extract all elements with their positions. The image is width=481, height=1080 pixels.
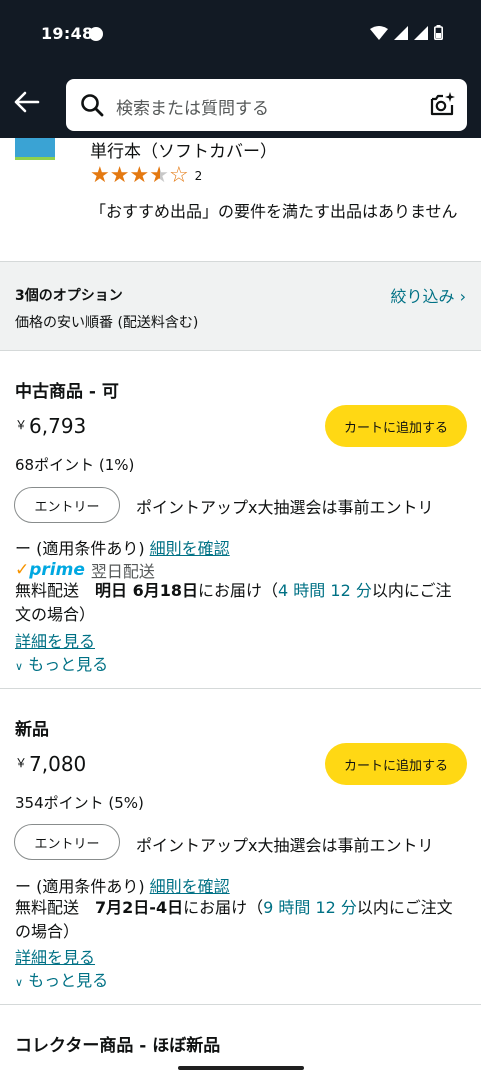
- promo-conditions: ー (適用条件あり): [15, 539, 145, 558]
- wifi-icon: [370, 25, 388, 40]
- camera-sparkle-icon[interactable]: [428, 91, 456, 119]
- product-format: 単行本（ソフトカバー）: [90, 142, 277, 162]
- add-to-cart-button[interactable]: カートに追加する: [325, 405, 467, 447]
- star-icon: ★: [109, 163, 130, 188]
- search-input[interactable]: 検索または質問する: [66, 79, 467, 131]
- divider: [0, 688, 481, 689]
- header: 検索または質問する: [0, 68, 481, 138]
- promo-text: ポイントアップx大抽選会は事前エントリ: [136, 498, 434, 517]
- order-window: 9 時間 12 分: [263, 898, 357, 917]
- filter-link[interactable]: 絞り込み ›: [391, 283, 467, 307]
- delivery-info: 無料配送 7月2日-4日にお届け（9 時間 12 分以内にご注文の場合）: [15, 898, 453, 941]
- add-to-cart-button[interactable]: カートに追加する: [325, 743, 467, 785]
- currency-symbol: ￥: [15, 418, 28, 432]
- price-value: 6,793: [29, 414, 87, 438]
- status-bar: 19:48: [0, 0, 481, 68]
- rating[interactable]: ★ ★ ★ ★ ☆ 2: [90, 164, 202, 188]
- options-panel: 3個のオプション 価格の安い順番 (配送料含む) 絞り込み ›: [0, 261, 481, 351]
- options-count: 3個のオプション: [15, 288, 123, 304]
- show-more-link[interactable]: ∨ もっと見る: [15, 967, 108, 991]
- details-link[interactable]: 詳細を見る: [15, 628, 95, 652]
- offer-points: 354ポイント (5%): [15, 794, 144, 812]
- chevron-down-icon: ∨: [15, 976, 24, 989]
- prime-check-icon: ✓: [15, 560, 30, 580]
- offer-condition: 新品: [15, 720, 49, 740]
- rules-link[interactable]: 細則を確認: [150, 539, 230, 558]
- delivery-info: 無料配送 明日 6月18日にお届け（4 時間 12 分以内にご注文の場合）: [15, 581, 452, 624]
- home-indicator[interactable]: [178, 1066, 304, 1070]
- back-arrow-icon[interactable]: [10, 86, 42, 118]
- star-icon: ★: [90, 163, 110, 188]
- status-icons: [370, 25, 443, 40]
- offer-points: 68ポイント (1%): [15, 456, 135, 474]
- order-window: 4 時間 12 分: [278, 581, 372, 600]
- entry-button[interactable]: エントリー: [14, 487, 120, 523]
- status-time: 19:48: [41, 24, 94, 43]
- prime-logo: ✓prime: [15, 560, 85, 580]
- signal-icon: [414, 25, 428, 40]
- review-count[interactable]: 2: [195, 169, 203, 183]
- promo-conditions: ー (適用条件あり): [15, 877, 145, 896]
- rules-link[interactable]: 細則を確認: [150, 877, 230, 896]
- empty-star-icon: ☆: [168, 163, 189, 188]
- product-thumbnail[interactable]: [15, 138, 55, 160]
- delivery-date: 明日 6月18日: [95, 581, 199, 600]
- options-sort: 価格の安い順番 (配送料含む): [15, 315, 199, 331]
- search-placeholder: 検索または質問する: [116, 99, 269, 119]
- recommend-note: 「おすすめ出品」の要件を満たす出品はありません: [90, 202, 458, 221]
- promo-text-cont: ー (適用条件あり) 細則を確認: [15, 873, 230, 897]
- star-icon: ★: [129, 163, 150, 188]
- offer-condition: 中古商品 - 可: [15, 382, 119, 402]
- battery-icon: [434, 25, 443, 40]
- delivery-date: 7月2日-4日: [95, 898, 184, 917]
- price-value: 7,080: [29, 752, 87, 776]
- chevron-down-icon: ∨: [15, 660, 24, 673]
- details-link[interactable]: 詳細を見る: [15, 944, 95, 968]
- show-more-link[interactable]: ∨ もっと見る: [15, 651, 108, 675]
- signal-icon: [394, 25, 408, 40]
- promo-text: ポイントアップx大抽選会は事前エントリ: [136, 836, 434, 855]
- offer-price: ￥ 6,793: [15, 414, 86, 438]
- offer-price: ￥ 7,080: [15, 752, 86, 776]
- offer-collector-condition: コレクター商品 - ほぼ新品: [15, 1036, 221, 1056]
- entry-button[interactable]: エントリー: [14, 824, 120, 860]
- search-icon: [81, 94, 104, 117]
- divider: [0, 1004, 481, 1005]
- half-star-icon: ★: [149, 163, 169, 188]
- currency-symbol: ￥: [15, 756, 28, 770]
- promo-text-cont: ー (適用条件あり) 細則を確認: [15, 535, 230, 559]
- app-notification-icon: [89, 27, 103, 41]
